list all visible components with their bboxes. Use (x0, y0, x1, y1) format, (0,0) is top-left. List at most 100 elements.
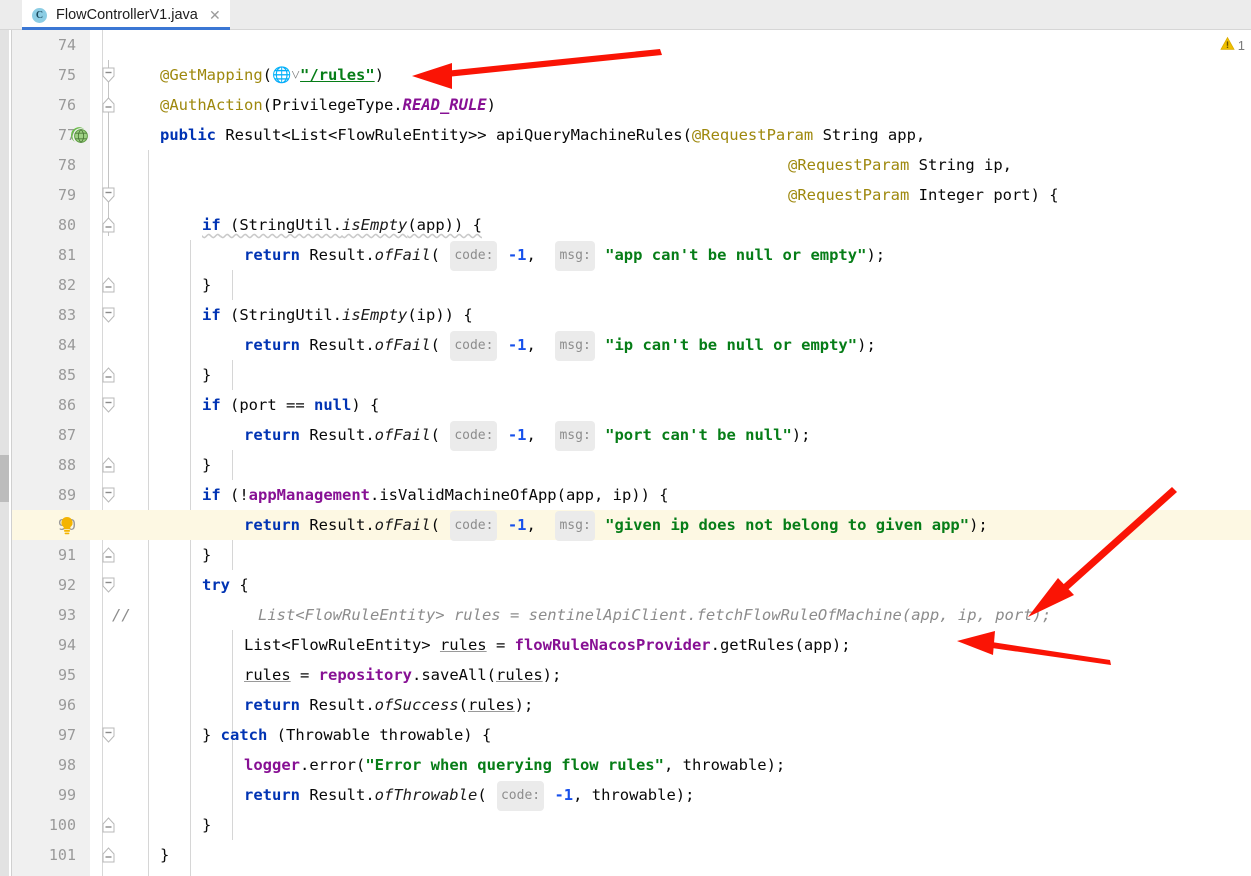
code-text: rules = repository.saveAll(rules); (244, 666, 562, 684)
line-number: 96 (57, 696, 76, 714)
code-line[interactable]: 84 return Result.ofFail( code: -1, msg: … (12, 330, 1251, 361)
code-line[interactable]: 85 } (12, 360, 1251, 390)
code-line[interactable]: 101 } (12, 840, 1251, 870)
warning-count: 1 (1237, 37, 1245, 53)
line-number: 89 (57, 486, 76, 504)
line-number: 85 (57, 366, 76, 384)
code-line[interactable]: 88 } (12, 450, 1251, 480)
code-line[interactable]: 78 @RequestParam String ip, (12, 150, 1251, 180)
inlay-hint-code: code: (450, 331, 498, 361)
code-text: } (202, 456, 212, 474)
line-number: 83 (57, 306, 76, 324)
fold-arrow-icon[interactable] (100, 570, 117, 600)
code-line-highlighted[interactable]: 90 return Result.ofFail( code: -1, msg: … (12, 510, 1251, 541)
line-number: 82 (57, 276, 76, 294)
vertical-scrollbar-thumb[interactable] (0, 455, 9, 502)
code-text: } (160, 846, 170, 864)
code-text: @RequestParam String ip, (788, 156, 1012, 174)
code-line[interactable]: 75 @GetMapping(🌐˅"/rules") (12, 60, 1251, 90)
code-line[interactable]: 95 rules = repository.saveAll(rules); (12, 660, 1251, 690)
code-text: @GetMapping(🌐˅"/rules") (160, 66, 385, 84)
spring-web-mapping-icon[interactable] (68, 120, 108, 150)
code-line[interactable]: 99 return Result.ofThrowable( code: -1, … (12, 780, 1251, 811)
line-number: 80 (57, 216, 76, 234)
code-line[interactable]: 79 @RequestParam Integer port) { (12, 180, 1251, 210)
editor-tab-bar: C FlowControllerV1.java ✕ (0, 0, 1251, 30)
inlay-hint-msg: msg: (555, 421, 595, 451)
fold-collapse-icon[interactable] (100, 450, 117, 480)
fold-arrow-icon[interactable] (100, 720, 117, 750)
code-text: return Result.ofFail( code: -1, msg: "ip… (244, 330, 876, 361)
line-number: 101 (48, 846, 76, 864)
code-text: List<FlowRuleEntity> rules = flowRuleNac… (244, 636, 851, 654)
code-line[interactable]: 86 if (port == null) { (12, 390, 1251, 420)
line-number: 98 (57, 756, 76, 774)
code-line[interactable]: 100 } (12, 810, 1251, 840)
line-number: 86 (57, 396, 76, 414)
tab-label: FlowControllerV1.java (56, 7, 198, 23)
code-line[interactable]: 77 public Result<List<FlowRuleEntity>> a… (12, 120, 1251, 150)
comment-marker: // (112, 606, 131, 624)
code-line[interactable]: 92 try { (12, 570, 1251, 600)
line-number: 100 (48, 816, 76, 834)
fold-collapse-icon[interactable] (100, 540, 117, 570)
fold-collapse-icon[interactable] (100, 90, 117, 120)
line-number: 99 (57, 786, 76, 804)
code-text: logger.error("Error when querying flow r… (244, 756, 786, 774)
code-text: @AuthAction(PrivilegeType.READ_RULE) (160, 96, 496, 114)
line-number: 81 (57, 246, 76, 264)
fold-collapse-icon[interactable] (100, 810, 117, 840)
fold-collapse-icon[interactable] (100, 360, 117, 390)
inlay-hint-code: code: (496, 781, 545, 811)
inlay-hint-msg: msg: (555, 331, 595, 361)
code-line[interactable]: 82 } (12, 270, 1251, 300)
code-line[interactable]: 81 return Result.ofFail( code: -1, msg: … (12, 240, 1251, 271)
fold-arrow-icon[interactable] (100, 480, 117, 510)
inlay-hint-code: code: (450, 241, 498, 271)
fold-arrow-icon[interactable] (100, 60, 117, 90)
inlay-hint-msg: msg: (555, 241, 595, 271)
fold-collapse-icon[interactable] (100, 210, 117, 240)
code-text: } (202, 816, 212, 834)
inspection-warning-indicator[interactable]: 1 (1220, 36, 1245, 54)
code-line[interactable]: 91 } (12, 540, 1251, 570)
warning-triangle-icon (1220, 36, 1235, 54)
tab-flowcontrollerv1-java[interactable]: C FlowControllerV1.java ✕ (22, 0, 230, 30)
fold-arrow-icon[interactable] (100, 390, 117, 420)
code-line[interactable]: 80 if (StringUtil.isEmpty(app)) { (12, 210, 1251, 240)
code-line[interactable]: 74 (12, 30, 1251, 60)
code-line[interactable]: 93 // List<FlowRuleEntity> rules = senti… (12, 600, 1251, 630)
close-icon[interactable]: ✕ (208, 8, 222, 22)
fold-arrow-icon[interactable] (100, 300, 117, 330)
fold-collapse-icon[interactable] (100, 840, 117, 870)
line-number: 88 (57, 456, 76, 474)
code-text: return Result.ofFail( code: -1, msg: "po… (244, 420, 810, 451)
code-text: } (202, 366, 212, 384)
line-number: 79 (57, 186, 76, 204)
line-number: 74 (57, 36, 76, 54)
code-line[interactable]: 98 logger.error("Error when querying flo… (12, 750, 1251, 780)
inlay-hint-code: code: (450, 511, 498, 541)
code-line[interactable]: 76 @AuthAction(PrivilegeType.READ_RULE) (12, 90, 1251, 120)
code-line[interactable]: 97 } catch (Throwable throwable) { (12, 720, 1251, 750)
code-text: } catch (Throwable throwable) { (202, 726, 492, 744)
code-text: List<FlowRuleEntity> rules = sentinelApi… (258, 606, 1052, 624)
code-line[interactable]: 83 if (StringUtil.isEmpty(ip)) { (12, 300, 1251, 330)
code-line[interactable]: 87 return Result.ofFail( code: -1, msg: … (12, 420, 1251, 451)
code-line[interactable]: 96 return Result.ofSuccess(rules); (12, 690, 1251, 720)
line-number: 87 (57, 426, 76, 444)
code-text: } (202, 546, 212, 564)
code-text: public Result<List<FlowRuleEntity>> apiQ… (160, 126, 926, 144)
line-number: 92 (57, 576, 76, 594)
inlay-hint-msg: msg: (555, 511, 595, 541)
intention-bulb-icon[interactable] (56, 510, 96, 540)
fold-collapse-icon[interactable] (100, 270, 117, 300)
line-number: 97 (57, 726, 76, 744)
code-text: return Result.ofSuccess(rules); (244, 696, 534, 714)
code-line[interactable]: 94 List<FlowRuleEntity> rules = flowRule… (12, 630, 1251, 660)
line-number: 93 (57, 606, 76, 624)
vertical-scrollbar-track[interactable] (0, 30, 9, 876)
code-editor[interactable]: 74 75 @GetMapping(🌐˅"/rules") 76 @AuthAc… (12, 30, 1251, 876)
code-line[interactable]: 89 if (!appManagement.isValidMachineOfAp… (12, 480, 1251, 510)
fold-arrow-icon[interactable] (100, 180, 117, 210)
